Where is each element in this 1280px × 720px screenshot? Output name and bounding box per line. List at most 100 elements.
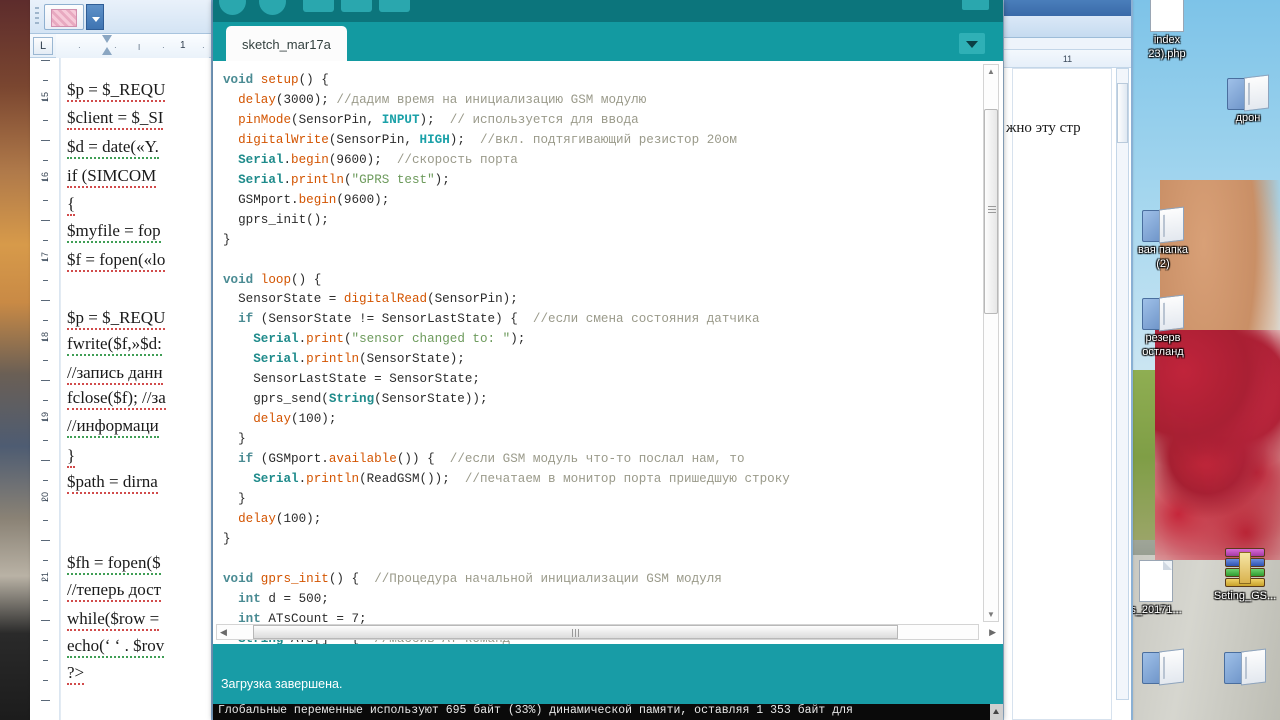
document-line[interactable]: $client = $_SI [67, 108, 164, 130]
scroll-down-arrow-icon[interactable]: ▼ [987, 610, 995, 619]
ruler-tick [41, 620, 50, 621]
word-back-ribbon[interactable] [1004, 16, 1131, 38]
word-back-ribbon-row2[interactable] [1004, 38, 1131, 50]
editor-vertical-scrollbar[interactable]: ▲ ▼ [983, 64, 999, 622]
document-line[interactable]: $path = dirna [67, 472, 158, 494]
arduino-ide-window[interactable]: sketch_mar17a void setup() { delay(3000)… [213, 0, 1003, 720]
code-token: (GSMport. [253, 452, 329, 467]
code-token: delay [238, 511, 276, 526]
code-line: GSMport.begin(9600); [223, 191, 975, 211]
code-token: loop [260, 272, 292, 287]
code-token: (SensorPin, [291, 112, 382, 127]
scrollbar-thumb[interactable] [253, 625, 898, 639]
word-back-scrollbar[interactable] [1116, 68, 1129, 700]
indent-marker[interactable] [102, 35, 113, 57]
ruler-tick [43, 160, 48, 161]
document-text: $fh = fopen($ [67, 553, 161, 575]
style-dropdown-button[interactable] [86, 4, 104, 30]
word-toolbar[interactable] [30, 0, 211, 34]
scrollbar-thumb[interactable] [1117, 83, 1128, 143]
style-swatch-button[interactable] [44, 4, 84, 30]
word-window-background[interactable]: 11 жно эту стр [1003, 0, 1133, 720]
code-token: void [223, 571, 261, 586]
code-token: "GPRS test" [351, 172, 435, 187]
code-token: if [238, 312, 254, 327]
line-number: 16 [40, 172, 50, 183]
code-token: Serial [238, 152, 284, 167]
word-horizontal-ruler[interactable]: · · I · 1 · [56, 34, 209, 58]
document-line[interactable]: if (SIMCOM [67, 166, 157, 188]
document-line[interactable]: $p = $_REQU [67, 80, 166, 102]
code-line: } [223, 430, 975, 450]
arduino-toolbar[interactable] [213, 0, 1003, 22]
word-back-ruler[interactable]: 11 [1004, 50, 1131, 68]
scrollbar-thumb[interactable] [984, 109, 998, 314]
arduino-source-code[interactable]: void setup() { delay(3000); //дадим врем… [223, 71, 975, 644]
word-back-titlebar[interactable] [1004, 0, 1131, 16]
code-line: } [223, 490, 975, 510]
scroll-right-arrow-icon[interactable]: ▶ [989, 627, 996, 638]
document-line[interactable]: { [67, 194, 76, 216]
arduino-console-output[interactable]: Глобальные переменные используют 695 бай… [213, 704, 1003, 720]
document-line[interactable]: } [67, 446, 76, 468]
document-line[interactable]: while($row = [67, 609, 160, 631]
toolbar-grip[interactable] [35, 7, 39, 27]
new-button[interactable] [303, 0, 334, 12]
folder-icon [1142, 294, 1184, 332]
desktop-icon-seting-gs[interactable]: Seting_GS... [1202, 548, 1280, 602]
code-token: (SensorState); [359, 352, 465, 367]
code-token: . [283, 152, 292, 167]
tab-stop-selector[interactable]: L [33, 37, 53, 55]
open-button[interactable] [341, 0, 372, 12]
wallpaper-left-strip [0, 0, 30, 720]
document-line[interactable]: $f = fopen(«lo [67, 250, 166, 272]
desktop-icon-dron[interactable]: дрон [1205, 74, 1280, 124]
document-line[interactable]: echo(‘ ‘ . $rov [67, 636, 165, 658]
word-window-foreground[interactable]: L · · I · 1 · 15 16 17 18 19 20 21 $p = $_REQU… [30, 0, 213, 720]
document-line[interactable]: $myfile = fop [67, 221, 161, 243]
editor-horizontal-scrollbar[interactable]: ◀ ▶ [216, 624, 996, 640]
code-token: digitalWrite [238, 132, 329, 147]
code-token: //дадим время на инициализацию GSM модул… [336, 92, 647, 107]
document-line[interactable]: //информаци [67, 416, 159, 438]
code-line: pinMode(SensorPin, INPUT); // использует… [223, 111, 975, 131]
document-line[interactable]: $d = date(«Y. [67, 137, 159, 159]
document-line[interactable]: ?> [67, 663, 85, 685]
folder-icon [1224, 648, 1266, 686]
chevron-down-icon[interactable] [959, 33, 985, 54]
desktop-icon-index-php[interactable]: index 23).php [1124, 0, 1210, 60]
code-token: void [223, 272, 261, 287]
desktop-icon-extra-doc[interactable] [1202, 648, 1280, 686]
verify-button[interactable] [219, 0, 246, 15]
tab-sketch-mar17a[interactable]: sketch_mar17a [226, 26, 347, 61]
upload-button[interactable] [259, 0, 286, 15]
document-line[interactable]: $fh = fopen($ [67, 553, 161, 575]
document-text: //запись данн [67, 363, 163, 385]
document-line[interactable]: fclose($f); //за [67, 388, 166, 410]
console-scroll-arrow-icon[interactable] [990, 704, 1003, 720]
folder-icon [1142, 206, 1184, 244]
desktop-icon-label: Seting_GS... [1213, 590, 1277, 602]
serial-monitor-button[interactable] [962, 0, 989, 10]
document-line[interactable]: //теперь дост [67, 580, 162, 602]
document-line[interactable]: $p = $_REQU [67, 308, 166, 330]
document-line[interactable]: fwrite($f,»$d: [67, 334, 162, 356]
arduino-code-editor[interactable]: void setup() { delay(3000); //дадим врем… [213, 61, 1003, 644]
scroll-up-arrow-icon[interactable]: ▲ [987, 67, 995, 76]
code-token: SensorState = [223, 292, 344, 307]
code-token: Serial [253, 472, 299, 487]
word-ruler-row[interactable]: L · · I · 1 · [30, 34, 211, 58]
document-text: $p = $_REQU [67, 80, 166, 102]
save-button[interactable] [379, 0, 410, 12]
word-back-visible-text: жно эту стр [1006, 120, 1081, 136]
code-token: . [283, 172, 292, 187]
scroll-left-arrow-icon[interactable]: ◀ [220, 627, 227, 638]
line-number: 20 [40, 492, 50, 503]
word-page-content[interactable]: $p = $_REQU $client = $_SI $d = date(«Y. if… [60, 58, 211, 720]
document-line[interactable]: //запись данн [67, 363, 163, 385]
arduino-tab-bar[interactable]: sketch_mar17a [213, 22, 1003, 61]
